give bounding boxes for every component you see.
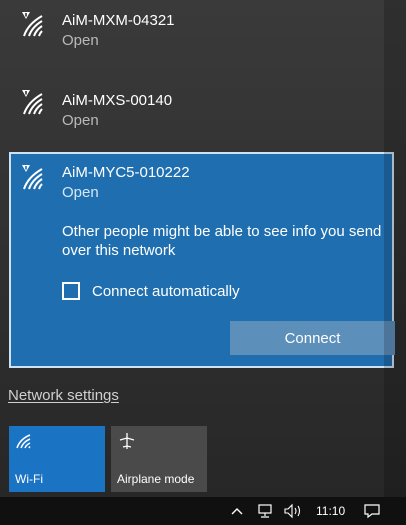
wifi-icon — [16, 434, 31, 449]
network-name: AiM-MYC5-010222 — [62, 164, 190, 181]
selected-network[interactable]: AiM-MYC5-010222 Open Other people might … — [9, 152, 395, 368]
network-status: Open — [62, 112, 99, 129]
background-dim — [384, 0, 406, 497]
wifi-tile-label: Wi-Fi — [15, 472, 43, 486]
network-icon[interactable] — [257, 497, 275, 525]
network-item[interactable]: AiM-MXM-04321 Open — [0, 0, 406, 60]
clock[interactable]: 11:10 — [316, 497, 345, 525]
network-status: Open — [62, 184, 99, 201]
notification-icon[interactable] — [363, 497, 381, 525]
airplane-mode-tile[interactable]: Airplane mode — [111, 426, 207, 492]
connect-automatically-label: Connect automatically — [92, 282, 240, 300]
wifi-tile[interactable]: Wi-Fi — [9, 426, 105, 492]
connect-button[interactable]: Connect — [230, 321, 395, 355]
airplane-mode-tile-label: Airplane mode — [117, 472, 195, 486]
network-item[interactable]: AiM-MXS-00140 Open — [0, 78, 406, 138]
network-name: AiM-MXS-00140 — [62, 92, 173, 109]
wifi-open-icon — [22, 165, 43, 190]
network-settings-link[interactable]: Network settings — [8, 387, 119, 404]
wifi-open-icon — [22, 90, 43, 115]
connect-automatically-row[interactable]: Connect automatically — [62, 280, 240, 302]
connect-automatically-checkbox[interactable] — [62, 282, 80, 300]
taskbar: 11:10 — [0, 497, 406, 525]
wifi-open-icon — [22, 12, 43, 37]
network-flyout: AiM-MXM-04321 Open AiM-MXS-00140 Open Ai… — [0, 0, 406, 525]
network-status: Open — [62, 32, 99, 49]
airplane-icon — [119, 433, 135, 449]
network-name: AiM-MXM-04321 — [62, 12, 175, 29]
volume-icon[interactable] — [283, 497, 305, 525]
security-warning: Other people might be able to see info y… — [62, 223, 382, 259]
chevron-up-icon[interactable] — [230, 497, 244, 525]
